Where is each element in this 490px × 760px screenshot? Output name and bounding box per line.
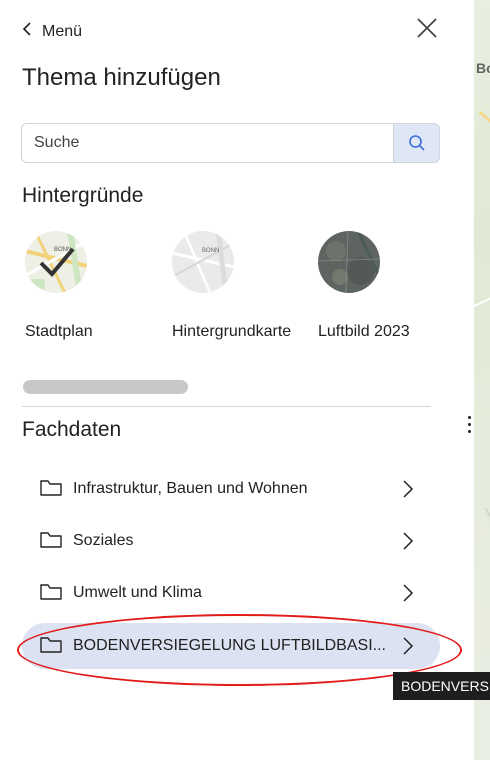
category-label: Umwelt und Klima: [73, 584, 202, 601]
chevron-right-icon: [402, 480, 414, 503]
close-icon: [417, 18, 437, 38]
category-row-bodenversiegelung[interactable]: BODENVERSIEGELUNG LUFTBILDBASI...: [22, 623, 440, 669]
category-label: Infrastruktur, Bauen und Wohnen: [73, 480, 308, 497]
chevron-left-icon: [22, 22, 32, 41]
category-row-infrastruktur[interactable]: Infrastruktur, Bauen und Wohnen: [22, 466, 440, 512]
category-row-soziales[interactable]: Soziales: [22, 518, 440, 564]
more-options-icon[interactable]: [465, 416, 473, 442]
map-edge-label: Bo: [476, 60, 490, 76]
folder-icon: [40, 583, 62, 606]
folder-icon: [40, 531, 62, 554]
tooltip: BODENVERSI: [393, 672, 490, 700]
backgrounds-heading: Hintergründe: [22, 184, 144, 207]
background-label-stadtplan: Stadtplan: [25, 323, 93, 340]
search-icon: [408, 135, 425, 151]
close-button[interactable]: [414, 15, 440, 41]
map-label-hintergrundkarte: BONN: [202, 248, 219, 254]
category-row-umwelt-klima[interactable]: Umwelt und Klima: [22, 570, 440, 616]
background-stadtplan-thumb[interactable]: BONN: [25, 231, 87, 293]
background-label-hintergrundkarte: Hintergrundkarte: [172, 323, 292, 340]
chevron-right-icon: [402, 584, 414, 607]
chevron-right-icon: [402, 532, 414, 555]
background-label-luftbild: Luftbild 2023: [318, 323, 410, 340]
map-edge[interactable]: Bo: [474, 0, 490, 760]
page-title: Thema hinzufügen: [22, 64, 221, 91]
search-input[interactable]: [21, 123, 393, 163]
category-label: BODENVERSIEGELUNG LUFTBILDBASI...: [73, 637, 386, 654]
fachdaten-heading: Fachdaten: [22, 418, 122, 441]
folder-icon: [40, 636, 62, 659]
background-hintergrundkarte-thumb[interactable]: BONN: [172, 231, 234, 293]
back-label: Menü: [42, 22, 83, 40]
chevron-right-icon: [402, 637, 414, 660]
add-theme-panel: Menü Thema hinzufügen Hintergründe BONN: [0, 0, 474, 760]
folder-icon: [40, 479, 62, 502]
divider: [22, 406, 431, 407]
search-button[interactable]: [393, 123, 440, 163]
category-label: Soziales: [73, 532, 134, 549]
background-luftbild-thumb[interactable]: [318, 231, 380, 293]
back-to-menu-link[interactable]: Menü: [22, 22, 82, 41]
search-bar: [21, 123, 440, 163]
horizontal-scrollbar[interactable]: [23, 380, 188, 394]
